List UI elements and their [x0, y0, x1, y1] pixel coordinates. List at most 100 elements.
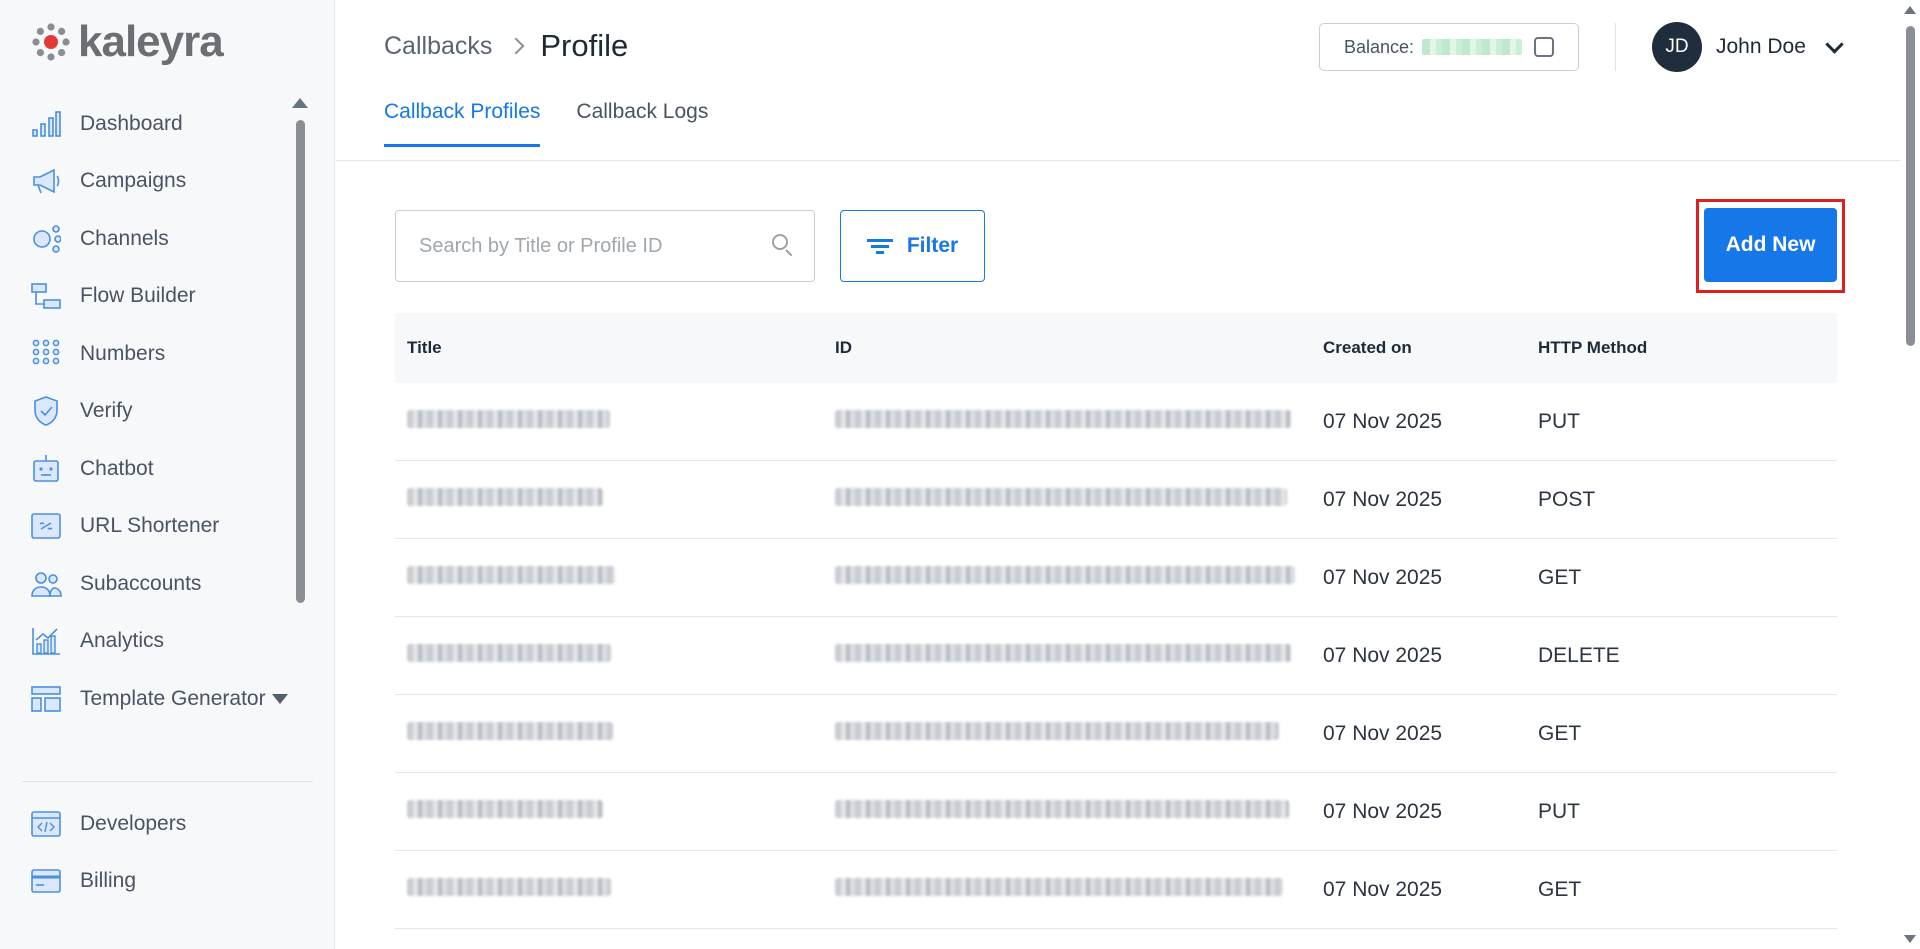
table-row[interactable]: 07 Nov 2025 GET [395, 695, 1837, 773]
filter-button[interactable]: Filter [840, 210, 985, 282]
table-row[interactable]: 07 Nov 2025 PUT [395, 383, 1837, 461]
template-icon [30, 683, 62, 715]
add-new-button[interactable]: Add New [1704, 208, 1837, 282]
expand-triangle-icon[interactable] [272, 693, 288, 704]
tabs-divider [336, 160, 1900, 161]
created-date: 07 Nov 2025 [1323, 487, 1443, 511]
sidebar-item-label: Analytics [80, 629, 165, 653]
sidebar-item-label: Channels [80, 226, 169, 250]
tab-callback-logs[interactable]: Callback Logs [576, 100, 708, 147]
user-menu[interactable]: JD John Doe [1652, 22, 1844, 72]
table-row[interactable]: 07 Nov 2025 DELETE [395, 617, 1837, 695]
created-date: 07 Nov 2025 [1323, 877, 1443, 901]
sidebar-item-developers[interactable]: Developers [30, 795, 290, 853]
tab-callback-profiles[interactable]: Callback Profiles [384, 100, 541, 147]
table-row[interactable]: 07 Nov 2025 GET [395, 539, 1837, 617]
sidebar-item-billing[interactable]: Billing [30, 853, 290, 911]
sidebar-item-label: Flow Builder [80, 284, 196, 308]
scroll-down-arrow-icon[interactable] [1904, 935, 1916, 943]
chevron-down-icon[interactable] [1825, 34, 1844, 54]
sidebar-item-dashboard[interactable]: Dashboard [30, 95, 290, 153]
http-method: PUT [1538, 409, 1580, 433]
sidebar-item-verify[interactable]: Verify [30, 383, 290, 441]
kaleyra-logo[interactable]: kaleyra [32, 17, 224, 66]
sidebar-item-campaigns[interactable]: Campaigns [30, 153, 290, 211]
main-content: Callbacks Profile Balance: JD John Doe C… [336, 0, 1900, 949]
search-icon[interactable] [772, 234, 796, 258]
sidebar-item-url-shortener[interactable]: URL Shortener [30, 498, 290, 556]
sidebar-item-label: Developers [80, 811, 187, 835]
redacted-id [835, 878, 1283, 896]
balance-value-redacted [1422, 39, 1523, 55]
sidebar-item-label: Template Generator [80, 686, 266, 710]
sidebar-item-label: Chatbot [80, 456, 154, 480]
sidebar-item-chatbot[interactable]: Chatbot [30, 440, 290, 498]
table-row[interactable]: 07 Nov 2025 POST [395, 461, 1837, 539]
sidebar-item-label: Subaccounts [80, 571, 202, 595]
table-row[interactable]: 07 Nov 2025 GET [395, 851, 1837, 929]
page-scrollbar-thumb[interactable] [1906, 26, 1915, 346]
redacted-id [835, 722, 1279, 740]
column-header-method: HTTP Method [1538, 338, 1648, 357]
code-icon [30, 808, 62, 840]
sidebar-item-flow-builder[interactable]: Flow Builder [30, 268, 290, 326]
search-input[interactable] [419, 234, 772, 258]
sidebar-item-channels[interactable]: Channels [30, 210, 290, 268]
kaleyra-logo-icon [32, 23, 70, 61]
user-name[interactable]: John Doe [1716, 35, 1806, 59]
sidebar-item-label: Billing [80, 869, 137, 893]
redacted-id [835, 644, 1291, 662]
tabs: Callback Profiles Callback Logs [384, 100, 744, 147]
redacted-title [407, 878, 611, 896]
scroll-up-arrow-icon[interactable] [1904, 6, 1916, 14]
redacted-id [835, 566, 1295, 584]
redacted-title [407, 566, 615, 584]
channels-icon [30, 223, 62, 255]
brand-name: kaleyra [78, 17, 224, 66]
created-date: 07 Nov 2025 [1323, 409, 1443, 433]
avatar[interactable]: JD [1652, 22, 1702, 72]
balance-label: Balance: [1344, 36, 1415, 57]
credit-card-icon [30, 865, 62, 897]
sidebar-item-label: Numbers [80, 341, 166, 365]
table-header: Title ID Created on HTTP Method [395, 313, 1837, 383]
redacted-id [835, 488, 1287, 506]
sidebar-item-label: Dashboard [80, 111, 183, 135]
search-box[interactable] [395, 210, 815, 282]
balance-box: Balance: [1319, 23, 1579, 71]
http-method: DELETE [1538, 643, 1620, 667]
refresh-icon[interactable] [1534, 37, 1555, 57]
sidebar-item-subaccounts[interactable]: Subaccounts [30, 555, 290, 613]
column-header-created: Created on [1323, 338, 1412, 357]
sidebar-item-template-generator[interactable]: Template Generator [30, 670, 290, 728]
callback-profiles-table: Title ID Created on HTTP Method 07 Nov 2… [395, 313, 1837, 929]
analytics-icon [30, 625, 62, 657]
page-title: Profile [540, 28, 629, 63]
header-divider [1615, 23, 1616, 71]
sidebar-item-numbers[interactable]: Numbers [30, 325, 290, 383]
flow-builder-icon [30, 280, 62, 312]
created-date: 07 Nov 2025 [1323, 565, 1443, 589]
http-method: PUT [1538, 799, 1580, 823]
http-method: GET [1538, 565, 1582, 589]
sidebar-scrollbar-thumb[interactable] [296, 120, 305, 603]
filter-label: Filter [906, 234, 959, 257]
sidebar: kaleyra Dashboard Campaigns Channels Flo… [0, 0, 335, 949]
sidebar-scrollbar[interactable] [292, 98, 308, 603]
link-icon [30, 510, 62, 542]
breadcrumb: Callbacks Profile [384, 28, 628, 64]
chatbot-icon [30, 453, 62, 485]
redacted-title [407, 488, 603, 506]
http-method: GET [1538, 877, 1582, 901]
http-method: GET [1538, 721, 1582, 745]
sidebar-bottom-nav: Developers Billing [30, 795, 290, 910]
sidebar-item-label: Verify [80, 399, 133, 423]
sidebar-item-label: Campaigns [80, 169, 187, 193]
redacted-title [407, 410, 610, 428]
table-row[interactable]: 07 Nov 2025 PUT [395, 773, 1837, 851]
page-scrollbar[interactable] [1900, 0, 1920, 949]
sidebar-item-analytics[interactable]: Analytics [30, 613, 290, 671]
scroll-up-arrow-icon[interactable] [292, 98, 308, 108]
shield-check-icon [30, 395, 62, 427]
breadcrumb-callbacks[interactable]: Callbacks [384, 32, 492, 61]
